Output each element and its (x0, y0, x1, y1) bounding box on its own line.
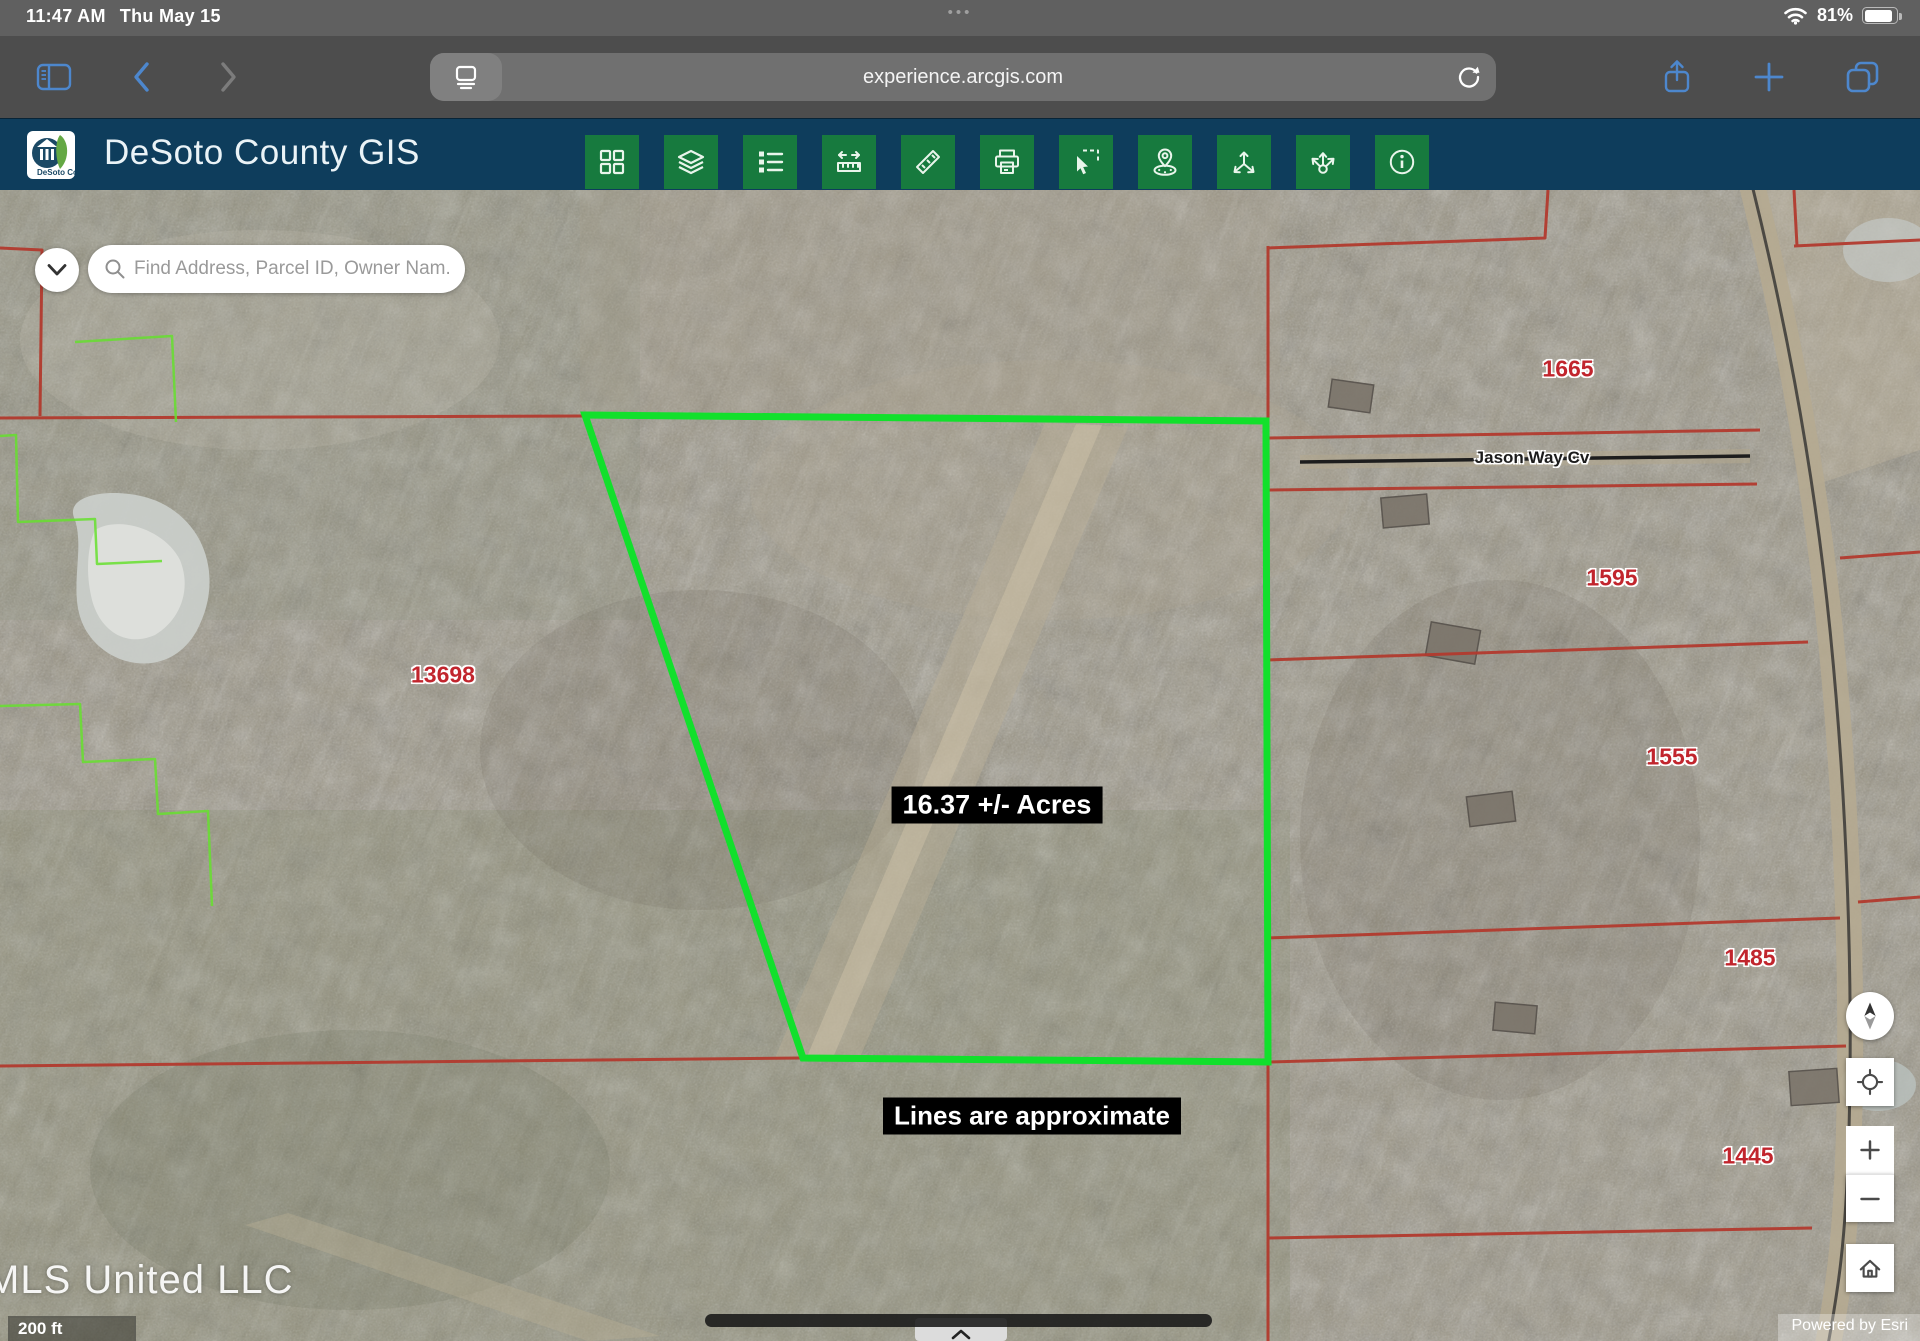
parcel-label: 1595 (1586, 565, 1637, 592)
browser-toolbar: experience.arcgis.com (0, 36, 1920, 118)
parcel-label: 1445 (1722, 1143, 1773, 1170)
plus-icon (1853, 1133, 1887, 1167)
north-arrow-icon (1853, 999, 1887, 1033)
chevron-up-icon (949, 1327, 973, 1341)
desoto-county-logo: DeSoto County (27, 131, 75, 179)
status-bar: 11:47 AM Thu May 15 ••• 81% (0, 0, 1920, 36)
app-title: DeSoto County GIS (104, 133, 420, 173)
battery-icon (1862, 7, 1898, 24)
forward-button[interactable] (218, 36, 238, 118)
parcel-label: 1555 (1646, 744, 1697, 771)
home-button[interactable] (1846, 1244, 1894, 1292)
url-text: experience.arcgis.com (430, 53, 1496, 101)
address-bar[interactable]: experience.arcgis.com (430, 53, 1496, 101)
info-icon (1387, 147, 1417, 177)
locate-icon (1853, 1065, 1887, 1099)
apps-grid-icon (597, 147, 627, 177)
print-icon (992, 147, 1022, 177)
share-icon (1662, 59, 1692, 95)
chevron-down-icon (46, 263, 68, 277)
zoom-in-button[interactable] (1846, 1126, 1894, 1174)
search-collapse-button[interactable] (35, 248, 79, 292)
forward-icon (218, 61, 238, 93)
refresh-icon (1456, 64, 1482, 90)
select-icon (1071, 147, 1101, 177)
toolbar-button-near-me[interactable] (1138, 135, 1192, 189)
toolbar-button-legend[interactable] (743, 135, 797, 189)
bottom-panel-handle[interactable] (705, 1314, 1212, 1327)
status-time-date: 11:47 AM Thu May 15 (26, 6, 221, 27)
tabs-button[interactable] (1844, 36, 1882, 118)
search-icon (104, 258, 126, 280)
search-box[interactable] (88, 245, 465, 293)
toolbar-button-share-app[interactable] (1296, 135, 1350, 189)
back-button[interactable] (132, 36, 152, 118)
search-input[interactable] (134, 258, 449, 280)
share-app-icon (1308, 147, 1338, 177)
refresh-button[interactable] (1456, 53, 1482, 101)
ipad-screen: 11:47 AM Thu May 15 ••• 81% (0, 0, 1920, 1341)
sidebar-icon (36, 62, 72, 92)
parcel-label: 1665 (1542, 356, 1593, 383)
measurement-icon (913, 147, 943, 177)
toolbar-button-info[interactable] (1375, 135, 1429, 189)
aerial-imagery (0, 190, 1920, 1341)
disclaimer-annotation: Lines are approximate (883, 1098, 1181, 1135)
multitasking-dots[interactable]: ••• (948, 4, 973, 21)
toolbar-button-print[interactable] (980, 135, 1034, 189)
date: Thu May 15 (120, 6, 221, 26)
wifi-icon (1783, 6, 1808, 25)
map-canvas[interactable]: 13698 1665 1595 1555 1485 1445 Jason Way… (0, 190, 1920, 1341)
acreage-annotation: 16.37 +/- Acres (892, 787, 1103, 824)
attribution: Powered by Esri (1778, 1314, 1920, 1341)
new-tab-button[interactable] (1752, 36, 1786, 118)
coordinates-icon (1229, 147, 1259, 177)
measure-distance-icon (834, 147, 864, 177)
gis-toolbar (585, 135, 1429, 189)
minus-icon (1853, 1182, 1887, 1216)
home-icon (1853, 1251, 1887, 1285)
toolbar-button-select[interactable] (1059, 135, 1113, 189)
near-me-icon (1150, 147, 1180, 177)
compass-button[interactable] (1846, 992, 1894, 1040)
toolbar-button-measure-distance[interactable] (822, 135, 876, 189)
scale-bar: 200 ft (8, 1316, 136, 1341)
zoom-out-button[interactable] (1846, 1174, 1894, 1222)
toolbar-button-coordinates[interactable] (1217, 135, 1271, 189)
tabs-icon (1844, 59, 1882, 95)
app-header: DeSoto County DeSoto County GIS (0, 118, 1920, 190)
layers-icon (676, 147, 706, 177)
toolbar-button-apps[interactable] (585, 135, 639, 189)
new-tab-icon (1752, 60, 1786, 94)
battery-percent: 81% (1817, 5, 1853, 26)
parcel-label: 1485 (1724, 945, 1775, 972)
locate-button[interactable] (1846, 1058, 1894, 1106)
share-button[interactable] (1662, 36, 1692, 118)
clock: 11:47 AM (26, 6, 106, 26)
watermark: MLS United LLC (0, 1258, 293, 1303)
scale-text: 200 ft (18, 1319, 62, 1338)
road-label: Jason Way Cv (1475, 448, 1590, 468)
legend-icon (755, 147, 785, 177)
back-icon (132, 61, 152, 93)
toolbar-button-measurement[interactable] (901, 135, 955, 189)
parcel-label: 13698 (411, 662, 475, 689)
sidebar-button[interactable] (36, 36, 72, 118)
toolbar-button-layers[interactable] (664, 135, 718, 189)
logo-text: DeSoto County (37, 168, 75, 177)
